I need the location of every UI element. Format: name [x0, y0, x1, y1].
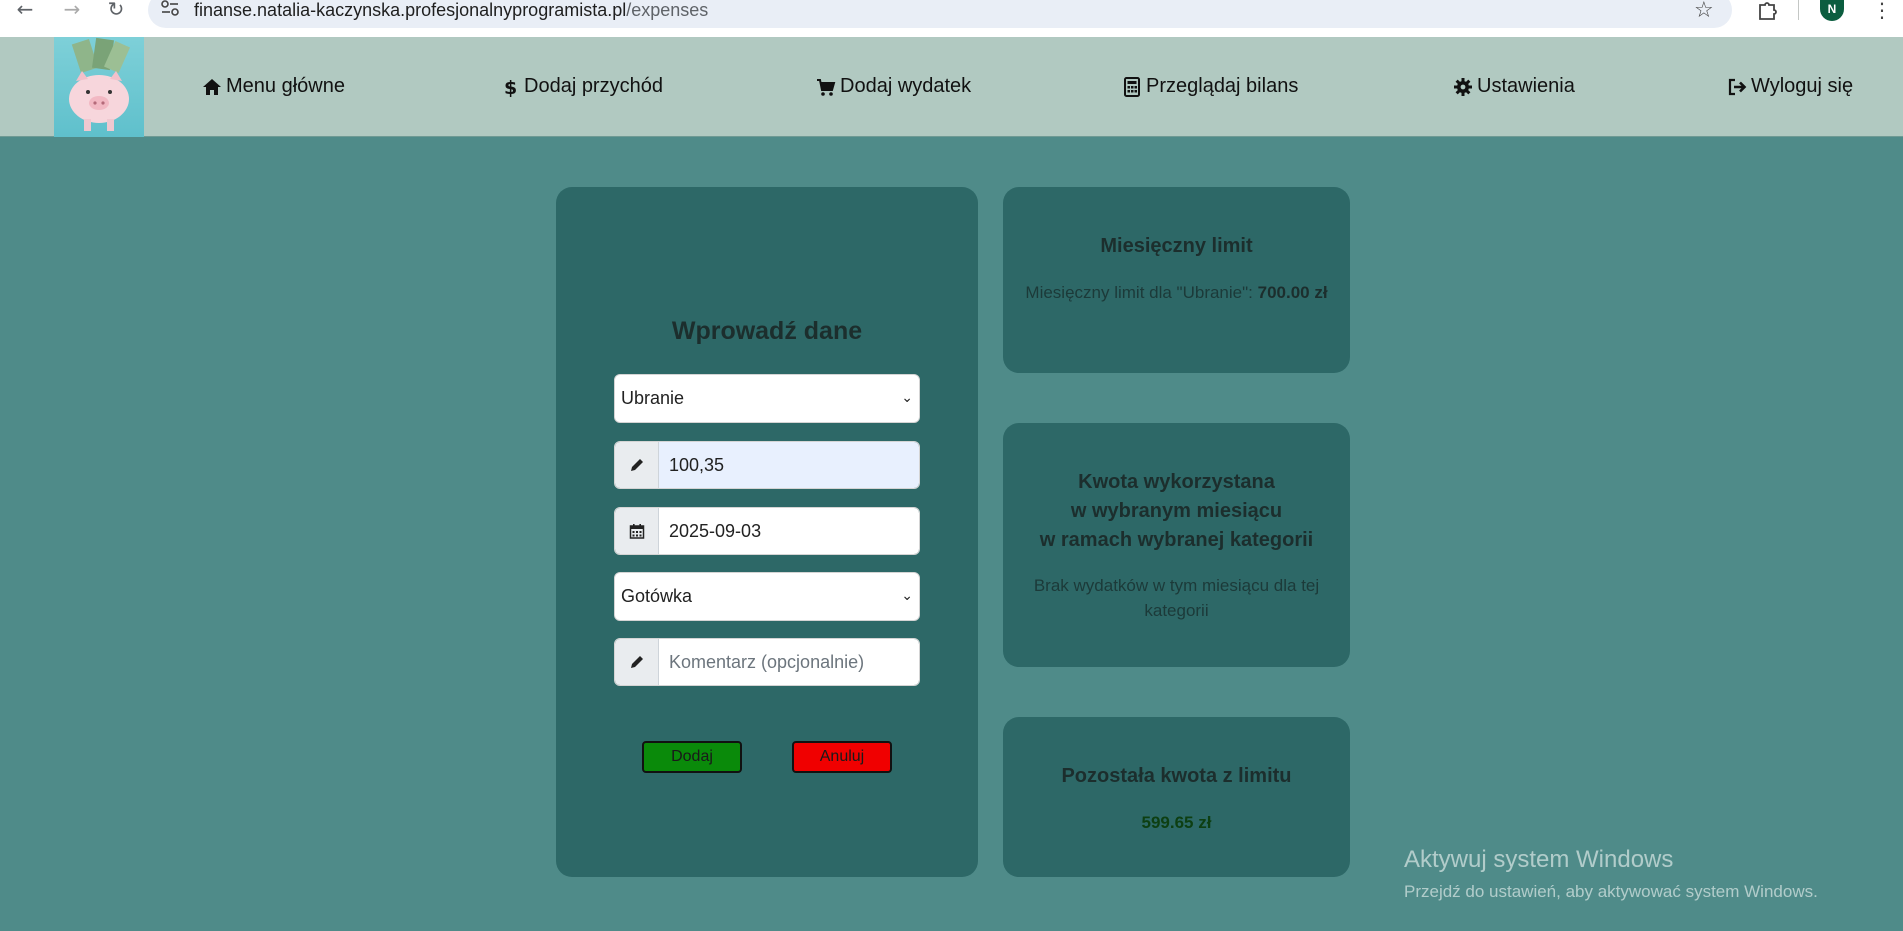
amount-input[interactable]: 100,35	[659, 442, 919, 488]
monthly-limit-title: Miesięczny limit	[1100, 235, 1253, 257]
amount-addon	[615, 442, 659, 488]
profile-avatar[interactable]: N	[1820, 0, 1844, 21]
amount-input-group: 100,35	[614, 441, 920, 489]
limit-currency: zł	[1314, 283, 1328, 302]
remaining-amount-value: 599.65 zł	[1141, 813, 1212, 832]
pencil-icon	[630, 459, 643, 471]
nav-logout-label: Wyloguj się	[1751, 75, 1854, 97]
nav-add-income-label: Dodaj przychód	[524, 75, 663, 97]
date-input-group: 2025-09-03	[614, 507, 920, 555]
monthly-limit-text: Miesięczny limit dla "Ubranie": 700.00 z…	[1025, 283, 1328, 302]
piggy-bank-logo[interactable]	[54, 37, 144, 137]
nav-logout[interactable]: Wyloguj się	[1727, 75, 1853, 98]
used-amount-text: Brak wydatków w tym miesiącu dla tej kat…	[1033, 576, 1320, 620]
cancel-button[interactable]: Anuluj	[792, 741, 892, 773]
calculator-icon	[1124, 76, 1140, 97]
pencil-icon	[630, 656, 643, 668]
calendar-icon	[629, 524, 644, 539]
chevron-down-icon: ⌄	[901, 390, 913, 406]
nav-add-expense-label: Dodaj wydatek	[840, 75, 972, 97]
date-input[interactable]: 2025-09-03	[659, 508, 919, 554]
home-icon	[203, 78, 221, 95]
nav-add-expense[interactable]: Dodaj wydatek	[816, 75, 971, 98]
gear-icon	[1454, 77, 1472, 96]
category-select[interactable]: Ubranie ⌄	[614, 374, 920, 423]
comment-input-group: Komentarz (opcjonalnie)	[614, 638, 920, 686]
nav-settings-label: Ustawienia	[1477, 75, 1575, 97]
expense-form-card: Wprowadź dane Ubranie ⌄ 100,35 2025-09-0…	[556, 187, 978, 877]
date-addon	[615, 508, 659, 554]
site-info-icon[interactable]	[160, 0, 180, 18]
svg-text:$: $	[504, 77, 517, 97]
nav-add-income[interactable]: $ Dodaj przychód	[500, 75, 663, 98]
used-amount-title: Kwota wykorzystana w wybranym miesiącu w…	[1039, 471, 1314, 551]
dollar-icon: $	[504, 77, 517, 97]
remaining-amount-title: Pozostała kwota z limitu	[1061, 765, 1292, 787]
comment-addon	[615, 639, 659, 685]
used-amount-card: Kwota wykorzystana w wybranym miesiącu w…	[1003, 423, 1350, 667]
comment-input[interactable]: Komentarz (opcjonalnie)	[659, 639, 919, 685]
nav-main-menu-label: Menu główne	[226, 75, 345, 97]
add-button[interactable]: Dodaj	[642, 741, 742, 773]
nav-settings[interactable]: Ustawienia	[1453, 75, 1575, 98]
extensions-icon[interactable]	[1757, 0, 1779, 20]
cart-icon	[817, 78, 836, 96]
watermark-line2: Przejdź do ustawień, aby aktywować syste…	[1404, 882, 1818, 901]
bookmark-star-icon[interactable]: ☆	[1694, 0, 1714, 23]
payment-select-value: Gotówka	[621, 586, 693, 606]
toolbar-separator	[1798, 0, 1799, 20]
payment-method-select[interactable]: Gotówka ⌄	[614, 572, 920, 621]
logout-icon	[1728, 78, 1747, 95]
chevron-down-icon: ⌄	[901, 588, 913, 604]
limit-value: 700.00	[1257, 283, 1310, 302]
windows-activation-watermark: Aktywuj system Windows Przejdź do ustawi…	[1404, 846, 1818, 902]
back-arrow-icon[interactable]: ←	[10, 0, 40, 20]
reload-icon[interactable]: ↻	[101, 0, 131, 20]
browser-toolbar: ← → ↻ finanse.natalia-kaczynska.profesjo…	[0, 0, 1903, 37]
form-title: Wprowadź dane	[671, 317, 863, 345]
category-select-value: Ubranie	[621, 388, 685, 408]
nav-main-menu[interactable]: Menu główne	[202, 75, 345, 98]
app-navbar: Menu główne $ Dodaj przychód Dodaj wydat…	[0, 37, 1903, 137]
nav-view-balance[interactable]: Przeglądaj bilans	[1122, 75, 1298, 98]
watermark-line1: Aktywuj system Windows	[1404, 846, 1674, 873]
url-text[interactable]: finanse.natalia-kaczynska.profesjonalnyp…	[194, 0, 708, 20]
nav-view-balance-label: Przeglądaj bilans	[1146, 75, 1299, 97]
browser-menu-icon[interactable]: ⋮	[1872, 0, 1892, 22]
forward-arrow-icon[interactable]: →	[57, 0, 87, 20]
monthly-limit-card: Miesięczny limit Miesięczny limit dla "U…	[1003, 187, 1350, 373]
remaining-amount-card: Pozostała kwota z limitu 599.65 zł	[1003, 717, 1350, 877]
